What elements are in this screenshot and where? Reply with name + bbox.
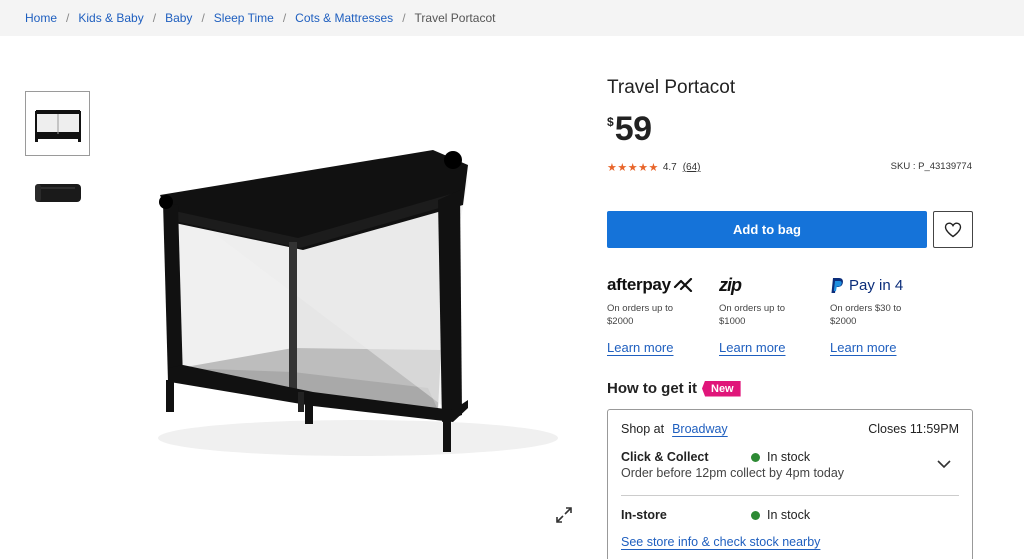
heart-icon bbox=[944, 221, 962, 237]
afterpay-logo: afterpay bbox=[607, 273, 707, 297]
shop-at-row: Shop at Broadway Closes 11:59PM bbox=[621, 422, 959, 436]
afterpay-option: afterpay On orders up to $2000 Learn mor… bbox=[607, 273, 707, 357]
product-rating: ★★★★★ 4.7 (64) bbox=[607, 161, 701, 174]
rating-value: 4.7 bbox=[662, 162, 677, 173]
portacot-thumbnail-image bbox=[34, 109, 81, 142]
divider bbox=[621, 495, 959, 496]
in-stock-dot-icon bbox=[751, 452, 760, 462]
afterpay-arrows-icon bbox=[673, 278, 692, 292]
in-store-stock: In stock bbox=[751, 508, 810, 522]
add-to-bag-button[interactable]: Add to bag bbox=[607, 211, 927, 248]
in-stock-dot-icon bbox=[751, 510, 760, 520]
afterpay-description: On orders up to $2000 bbox=[607, 303, 674, 327]
store-selector-link[interactable]: Broadway bbox=[672, 422, 728, 436]
price-amount: 59 bbox=[614, 110, 652, 148]
main-product-image bbox=[108, 110, 578, 495]
product-sku: SKU : P_43139774 bbox=[890, 161, 972, 172]
click-collect-subtitle: Order before 12pm collect by 4pm today bbox=[621, 466, 845, 480]
paypal-description: On orders $30 to $2000 bbox=[830, 303, 902, 327]
breadcrumb-home[interactable]: Home bbox=[25, 11, 57, 25]
breadcrumb-separator: / bbox=[66, 11, 70, 25]
breadcrumb-baby[interactable]: Baby bbox=[165, 11, 192, 25]
chevron-down-icon[interactable] bbox=[936, 456, 952, 474]
breadcrumb-separator: / bbox=[282, 11, 287, 25]
breadcrumb-separator: / bbox=[152, 11, 157, 25]
wishlist-button[interactable] bbox=[933, 211, 973, 248]
breadcrumb-sleep-time[interactable]: Sleep Time bbox=[214, 11, 274, 25]
breadcrumb-separator: / bbox=[201, 11, 205, 25]
review-count-link[interactable]: (64) bbox=[683, 162, 701, 173]
breadcrumb-kids-baby[interactable]: Kids & Baby bbox=[78, 11, 143, 25]
new-badge: New bbox=[702, 380, 741, 397]
product-price: $ 59 bbox=[607, 111, 652, 147]
breadcrumb: Home / Kids & Baby / Baby / Sleep Time /… bbox=[0, 0, 1024, 36]
expand-icon[interactable] bbox=[554, 505, 574, 525]
thumbnail-portacot-open[interactable] bbox=[25, 91, 90, 156]
shop-at-label: Shop at bbox=[621, 422, 665, 436]
how-to-get-it-title: How to get it bbox=[607, 380, 697, 397]
zip-learn-more-link[interactable]: Learn more bbox=[719, 340, 785, 355]
carry-bag-thumbnail-image bbox=[34, 183, 81, 202]
thumbnail-portacot-bag[interactable] bbox=[25, 160, 90, 225]
paypal-option: Pay in 4 On orders $30 to $2000 Learn mo… bbox=[830, 273, 930, 357]
product-title: Travel Portacot bbox=[607, 77, 736, 98]
store-closing-time: Closes 11:59PM bbox=[868, 422, 959, 436]
fulfilment-panel: Shop at Broadway Closes 11:59PM Click & … bbox=[607, 409, 973, 559]
paypal-logo: Pay in 4 bbox=[830, 273, 930, 297]
in-store-stock-label: In stock bbox=[767, 508, 811, 522]
star-rating-icons: ★★★★★ bbox=[607, 162, 659, 174]
breadcrumb-cots-mattresses[interactable]: Cots & Mattresses bbox=[295, 11, 393, 25]
click-collect-stock-label: In stock bbox=[767, 450, 811, 464]
zip-option: zip On orders up to $1000 Learn more bbox=[719, 273, 819, 357]
click-collect-stock: In stock bbox=[751, 450, 810, 464]
price-currency: $ bbox=[607, 115, 614, 129]
paypal-learn-more-link[interactable]: Learn more bbox=[830, 340, 896, 355]
how-to-get-it-header: How to get it New bbox=[607, 380, 741, 397]
zip-description: On orders up to $1000 bbox=[719, 303, 786, 327]
afterpay-learn-more-link[interactable]: Learn more bbox=[607, 340, 673, 355]
store-info-link[interactable]: See store info & check stock nearby bbox=[621, 535, 959, 549]
zip-logo: zip bbox=[719, 274, 742, 295]
paypal-icon bbox=[831, 277, 843, 293]
breadcrumb-current: Travel Portacot bbox=[414, 11, 496, 25]
breadcrumb-separator: / bbox=[402, 11, 406, 25]
